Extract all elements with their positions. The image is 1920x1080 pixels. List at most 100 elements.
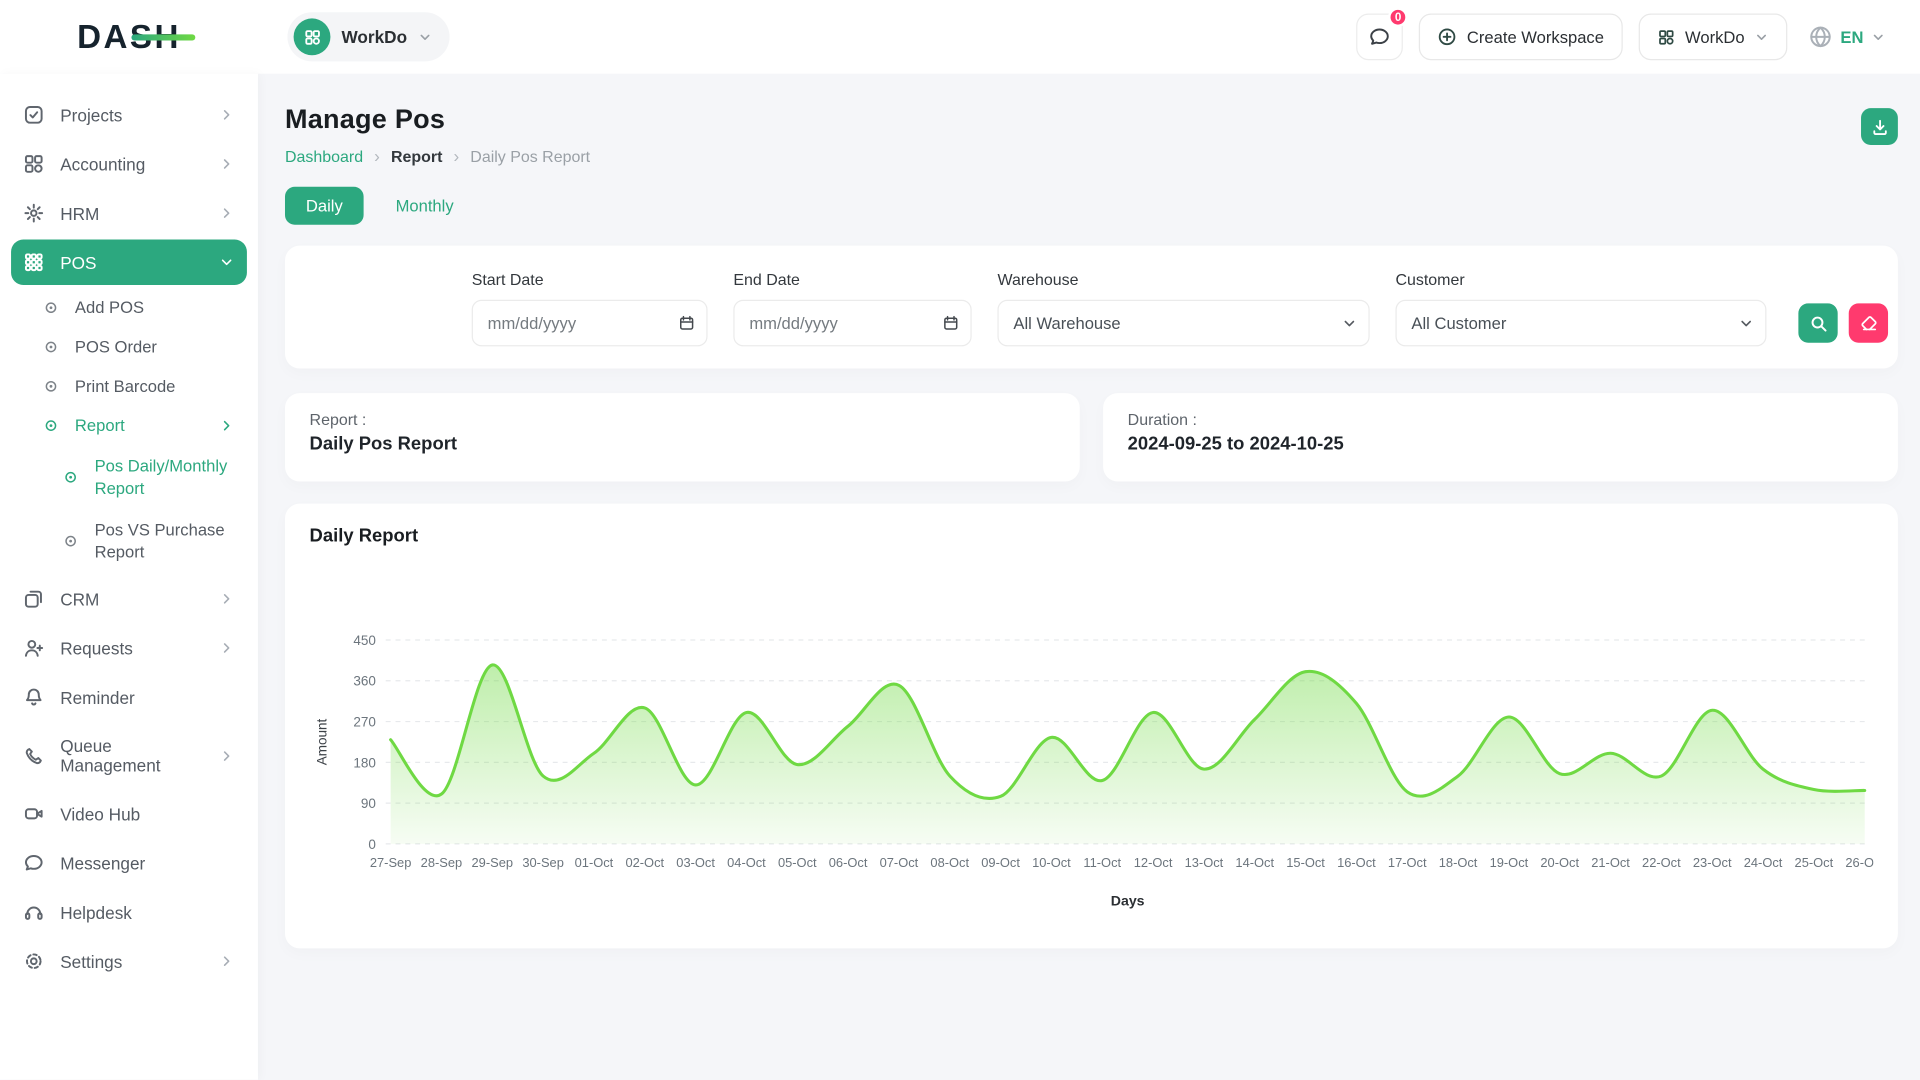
- dot-icon: [43, 300, 59, 316]
- x-tick-label: 21-Oct: [1591, 855, 1630, 870]
- chevron-right-icon: [219, 640, 235, 656]
- x-tick-label: 24-Oct: [1744, 855, 1783, 870]
- x-tick-label: 18-Oct: [1439, 855, 1478, 870]
- sidebar-item-accounting[interactable]: Accounting: [11, 141, 247, 186]
- dot-icon: [63, 533, 79, 549]
- sidebar-item-settings[interactable]: Settings: [11, 939, 247, 984]
- end-date-input[interactable]: [733, 300, 971, 347]
- report-card: Report : Daily Pos Report: [285, 393, 1080, 481]
- sidebar-item-print-barcode[interactable]: Print Barcode: [11, 367, 247, 405]
- language-label: EN: [1840, 28, 1863, 46]
- filter-card: Start Date End Date: [285, 246, 1898, 369]
- customer-field: Customer All Customer: [1395, 270, 1766, 346]
- sidebar-item-label: HRM: [60, 203, 202, 223]
- tab-monthly[interactable]: Monthly: [396, 187, 454, 225]
- y-tick-label: 270: [353, 714, 376, 729]
- duration-label: Duration :: [1128, 410, 1874, 428]
- queue-icon: [23, 745, 44, 766]
- download-button[interactable]: [1861, 108, 1898, 145]
- account-menu-button[interactable]: WorkDo: [1638, 14, 1787, 61]
- x-tick-label: 30-Sep: [522, 855, 564, 870]
- sidebar-item-hrm[interactable]: HRM: [11, 190, 247, 235]
- sidebar-item-pos-vs-purchase-report[interactable]: Pos VS Purchase Report: [11, 510, 247, 573]
- reset-button[interactable]: [1849, 303, 1888, 342]
- settings-icon: [23, 951, 44, 972]
- tab-daily[interactable]: Daily: [285, 187, 364, 225]
- search-button[interactable]: [1798, 303, 1837, 342]
- sidebar-item-helpdesk[interactable]: Helpdesk: [11, 890, 247, 935]
- dot-icon: [63, 469, 79, 485]
- sidebar-item-reminder[interactable]: Reminder: [11, 675, 247, 720]
- x-tick-label: 27-Sep: [370, 855, 412, 870]
- report-value: Daily Pos Report: [310, 434, 1056, 455]
- sidebar-item-label: Report: [75, 416, 203, 434]
- x-tick-label: 28-Sep: [421, 855, 463, 870]
- sidebar-item-video-hub[interactable]: Video Hub: [11, 791, 247, 836]
- daily-report-card: Daily Report 09018027036045027-Sep28-Sep…: [285, 504, 1898, 949]
- x-tick-label: 03-Oct: [676, 855, 715, 870]
- messenger-icon: [23, 853, 44, 874]
- app-viewport: DASH WorkDo 0: [0, 0, 1920, 1080]
- language-selector[interactable]: EN: [1808, 25, 1885, 50]
- sidebar-item-label: Add POS: [75, 299, 235, 317]
- x-tick-label: 05-Oct: [778, 855, 817, 870]
- breadcrumb: Dashboard Report Daily Pos Report: [285, 146, 590, 166]
- body-row: ProjectsAccounting HRM POS Add POS POS Order…: [0, 74, 1920, 1080]
- breadcrumb-dashboard[interactable]: Dashboard: [285, 147, 363, 165]
- breadcrumb-separator: [453, 146, 459, 166]
- duration-value: 2024-09-25 to 2024-10-25: [1128, 434, 1874, 455]
- video-icon: [23, 804, 44, 825]
- sidebar-item-requests[interactable]: Requests: [11, 625, 247, 670]
- x-tick-label: 02-Oct: [625, 855, 664, 870]
- globe-icon: [1808, 25, 1833, 50]
- sidebar-nav: ProjectsAccounting HRM POS Add POS POS Order…: [0, 74, 258, 984]
- workspace-selector[interactable]: WorkDo: [287, 12, 450, 61]
- grid-icon: [1657, 28, 1675, 46]
- end-date-label: End Date: [733, 270, 971, 288]
- x-tick-label: 20-Oct: [1540, 855, 1579, 870]
- y-tick-label: 180: [353, 755, 376, 770]
- sidebar-item-messenger[interactable]: Messenger: [11, 840, 247, 885]
- sidebar-item-label: Print Barcode: [75, 377, 235, 395]
- x-tick-label: 25-Oct: [1795, 855, 1834, 870]
- filter-actions: [1798, 303, 1888, 342]
- logo-wrap: DASH: [0, 18, 258, 56]
- reminder-icon: [23, 687, 44, 708]
- warehouse-select[interactable]: All Warehouse: [997, 300, 1369, 347]
- sidebar-item-label: Messenger: [60, 853, 234, 873]
- sidebar-item-add-pos[interactable]: Add POS: [11, 289, 247, 327]
- warehouse-label: Warehouse: [997, 270, 1369, 288]
- sidebar-item-pos[interactable]: POS: [11, 240, 247, 285]
- sidebar-item-projects[interactable]: Projects: [11, 92, 247, 137]
- x-tick-label: 19-Oct: [1490, 855, 1529, 870]
- duration-card: Duration : 2024-09-25 to 2024-10-25: [1103, 393, 1898, 481]
- breadcrumb-current: Daily Pos Report: [470, 147, 590, 165]
- sidebar-item-label: Pos Daily/Monthly Report: [95, 456, 235, 499]
- sidebar-item-queue-management[interactable]: Queue Management: [11, 724, 247, 788]
- breadcrumb-report[interactable]: Report: [391, 147, 442, 165]
- chevron-right-icon: [219, 591, 235, 607]
- messages-button[interactable]: 0: [1356, 14, 1403, 61]
- chevron-down-icon: [1871, 29, 1886, 44]
- x-tick-label: 11-Oct: [1083, 855, 1121, 870]
- chevron-down-icon: [1754, 29, 1769, 44]
- x-tick-label: 06-Oct: [829, 855, 868, 870]
- start-date-label: Start Date: [472, 270, 708, 288]
- app-logo[interactable]: DASH: [77, 18, 181, 56]
- sidebar-item-crm[interactable]: CRM: [11, 576, 247, 621]
- customer-select[interactable]: All Customer: [1395, 300, 1766, 347]
- chevron-down-icon: [418, 29, 433, 44]
- sidebar-item-pos-daily-monthly-report[interactable]: Pos Daily/Monthly Report: [11, 446, 247, 509]
- x-tick-label: 16-Oct: [1337, 855, 1376, 870]
- workspace-name: WorkDo: [341, 27, 407, 47]
- sidebar-item-report[interactable]: Report: [11, 407, 247, 445]
- chevron-right-icon: [219, 156, 235, 172]
- dot-icon: [43, 339, 59, 355]
- sidebar-item-label: Settings: [60, 952, 202, 972]
- create-workspace-button[interactable]: Create Workspace: [1419, 14, 1622, 61]
- accounting-icon: [23, 154, 44, 175]
- sidebar-item-pos-order[interactable]: POS Order: [11, 328, 247, 366]
- chart-area: [391, 665, 1865, 844]
- start-date-input[interactable]: [472, 300, 708, 347]
- projects-icon: [23, 104, 44, 125]
